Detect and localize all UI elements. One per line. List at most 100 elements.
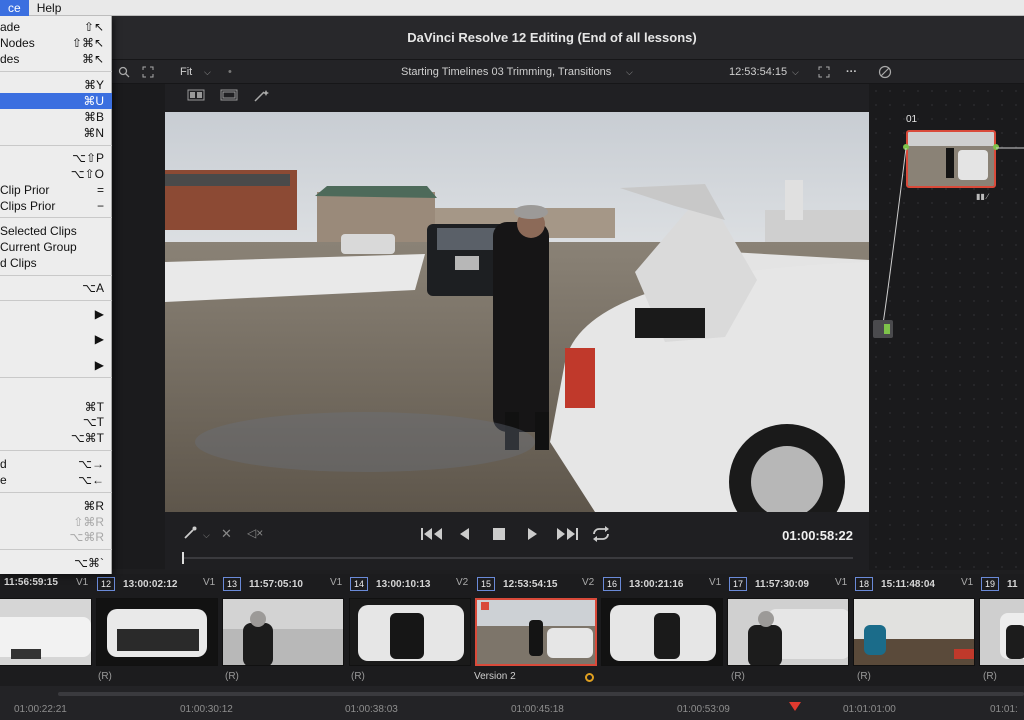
menu-item-26[interactable]: ⌥⌘` bbox=[0, 555, 112, 571]
clip-chevron-icon[interactable]: ⌵ bbox=[626, 60, 633, 84]
menu-item-5[interactable]: ⌘B bbox=[0, 109, 112, 125]
clip-header-13[interactable]: 13 11:57:05:10 bbox=[223, 577, 303, 591]
menu-item-0[interactable]: ade ⇧↖ bbox=[0, 19, 112, 35]
overlay-icon[interactable] bbox=[220, 89, 238, 104]
clip-thumbnail[interactable] bbox=[349, 598, 471, 666]
clip-thumbnail[interactable] bbox=[727, 598, 849, 666]
menu-submenu-15[interactable]: ▶ bbox=[0, 306, 112, 322]
clip-track-12: V1 bbox=[203, 577, 216, 588]
clip-thumbnail[interactable] bbox=[0, 598, 92, 666]
zoom-dropdown[interactable]: Fit bbox=[180, 60, 192, 84]
magic-wand-icon[interactable] bbox=[253, 89, 271, 106]
search-icon[interactable] bbox=[118, 60, 130, 84]
stop-icon[interactable] bbox=[492, 526, 506, 546]
node-editor[interactable]: 01 ▮▮ ∕ bbox=[869, 84, 1024, 570]
menu-item-23[interactable]: ⌘R bbox=[0, 498, 112, 514]
menu-item-2[interactable]: des ⌘↖ bbox=[0, 51, 112, 67]
fullscreen-icon[interactable] bbox=[818, 60, 830, 84]
source-input-node[interactable] bbox=[873, 320, 893, 338]
menu-submenu-17[interactable]: ▶ bbox=[0, 357, 112, 373]
menu-item-10[interactable]: Clips Prior − bbox=[0, 198, 112, 214]
clip-thumbnail[interactable] bbox=[96, 598, 218, 666]
go-to-start-icon[interactable] bbox=[420, 526, 444, 546]
menubar-item-workspace[interactable]: ce bbox=[0, 0, 29, 16]
menu-item-9[interactable]: Clip Prior = bbox=[0, 182, 112, 198]
menu-item-18[interactable]: ⌘T bbox=[0, 399, 112, 415]
play-icon[interactable] bbox=[527, 526, 539, 546]
clip-label: (R) bbox=[731, 671, 745, 682]
clip-label: (R) bbox=[351, 671, 365, 682]
split-screen-icon[interactable] bbox=[187, 89, 205, 104]
clip-thumbnail[interactable] bbox=[853, 598, 975, 666]
clip-thumbnail-selected[interactable] bbox=[475, 598, 597, 666]
menu-item-7[interactable]: ⌥⇧P bbox=[0, 150, 112, 166]
viewer-toolbar: Fit ⌵ • Starting Timelines 03 Trimming, … bbox=[112, 60, 1024, 84]
timecode-chevron-icon[interactable]: ⌵ bbox=[792, 60, 799, 84]
clip-header-15[interactable]: 15 12:53:54:15 bbox=[477, 577, 558, 591]
menu-item-6[interactable]: ⌘N bbox=[0, 125, 112, 141]
menu-item-3[interactable]: ⌘Y bbox=[0, 77, 112, 93]
eyedropper-icon[interactable] bbox=[183, 526, 199, 543]
clip-thumbnail[interactable] bbox=[979, 598, 1024, 666]
menu-item-25-disabled: ⌥⌘R bbox=[69, 530, 105, 544]
clip-track-16: V1 bbox=[709, 577, 722, 588]
fit-frame-icon[interactable] bbox=[142, 60, 154, 84]
clip-header-18[interactable]: 18 15:11:48:04 bbox=[855, 577, 935, 591]
clip-version-label: Version 2 bbox=[474, 671, 516, 682]
scrub-playhead[interactable] bbox=[182, 552, 184, 564]
clip-flag-icon[interactable] bbox=[585, 673, 594, 682]
clip-header-14[interactable]: 14 13:00:10:13 bbox=[350, 577, 431, 591]
menu-item-8[interactable]: ⌥⇧O bbox=[0, 166, 112, 182]
ruler-tick-label: 01:00:45:18 bbox=[511, 704, 564, 715]
menu-item-12[interactable]: Current Group bbox=[0, 239, 112, 255]
chevron-down-icon[interactable]: ⌵ bbox=[204, 60, 211, 84]
submenu-arrow-icon: ▶ bbox=[94, 307, 104, 321]
ruler-tick-label: 01:00:38:03 bbox=[345, 704, 398, 715]
clip-thumbnail[interactable] bbox=[601, 598, 723, 666]
menubar-item-help[interactable]: Help bbox=[29, 0, 70, 16]
menu-item-19[interactable]: ⌥T bbox=[0, 414, 112, 430]
loop-icon[interactable] bbox=[591, 526, 611, 546]
bypass-icon[interactable] bbox=[878, 60, 892, 84]
menu-item-13[interactable]: d Clips bbox=[0, 255, 112, 271]
eyedropper-chevron-icon[interactable]: ⌵ bbox=[203, 530, 210, 541]
workspace-menu: ade ⇧↖ Nodes ⇧⌘↖ des ⌘↖ ⌘Y ⌘U ⌘B ⌘N ⌥⇧P ⌥⇧O… bbox=[0, 16, 112, 574]
mute-icon[interactable]: ◁× bbox=[247, 526, 263, 540]
clip-thumbnail[interactable] bbox=[222, 598, 344, 666]
go-to-end-icon[interactable] bbox=[555, 526, 579, 546]
clip-header-19[interactable]: 19 11 bbox=[981, 577, 1018, 591]
clip-header-11[interactable]: 11:56:59:15 bbox=[4, 577, 58, 588]
timeline-ruler[interactable]: 01:00:22:21 01:00:30:12 01:00:38:03 01:0… bbox=[0, 686, 1024, 720]
clip-header-12[interactable]: 12 13:00:02:12 bbox=[97, 577, 178, 591]
menu-item-20[interactable]: ⌥⌘T bbox=[0, 430, 112, 446]
resolve-window: ce Help DaVinci Resolve 12 Editing (End … bbox=[0, 0, 1024, 720]
clip-label: (R) bbox=[225, 671, 239, 682]
menu-item-24-disabled: ⇧⌘R bbox=[73, 515, 104, 529]
viewer-image bbox=[165, 112, 869, 512]
menu-item-22[interactable]: e ⌥← bbox=[0, 472, 112, 488]
menu-item-1[interactable]: Nodes ⇧⌘↖ bbox=[0, 35, 112, 51]
menu-item-4-highlighted[interactable]: ⌘U bbox=[0, 93, 112, 109]
menu-item-14[interactable]: ⌥A bbox=[0, 280, 112, 296]
menu-submenu-16[interactable]: ▶ bbox=[0, 331, 112, 347]
menu-separator bbox=[0, 300, 112, 301]
clip-header-17[interactable]: 17 11:57:30:09 bbox=[729, 577, 809, 591]
timeline-playhead[interactable] bbox=[789, 702, 801, 711]
menu-item-21[interactable]: d ⌥→ bbox=[0, 456, 112, 472]
clip-header-16[interactable]: 16 13:00:21:16 bbox=[603, 577, 684, 591]
clip-track-18: V1 bbox=[961, 577, 974, 588]
play-reverse-icon[interactable] bbox=[458, 526, 470, 546]
timeline-scrollbar[interactable] bbox=[58, 692, 1024, 696]
clip-track-15: V2 bbox=[582, 577, 595, 588]
menu-item-11[interactable]: Selected Clips bbox=[0, 223, 112, 239]
clip-track-17: V1 bbox=[835, 577, 848, 588]
viewer-scrub-bar[interactable] bbox=[183, 557, 853, 559]
clip-track-11: V1 bbox=[76, 577, 89, 588]
viewer-frame[interactable] bbox=[165, 112, 869, 512]
clip-header-row: 11:56:59:15 V1 12 13:00:02:12 V1 13 11:57:… bbox=[0, 574, 1024, 594]
menu-separator bbox=[0, 377, 112, 378]
shuffle-icon[interactable]: ✕ bbox=[221, 526, 232, 542]
viewer-subtoolbar bbox=[165, 84, 869, 110]
menu-separator bbox=[0, 71, 112, 72]
more-options-icon[interactable]: ··· bbox=[846, 60, 857, 84]
